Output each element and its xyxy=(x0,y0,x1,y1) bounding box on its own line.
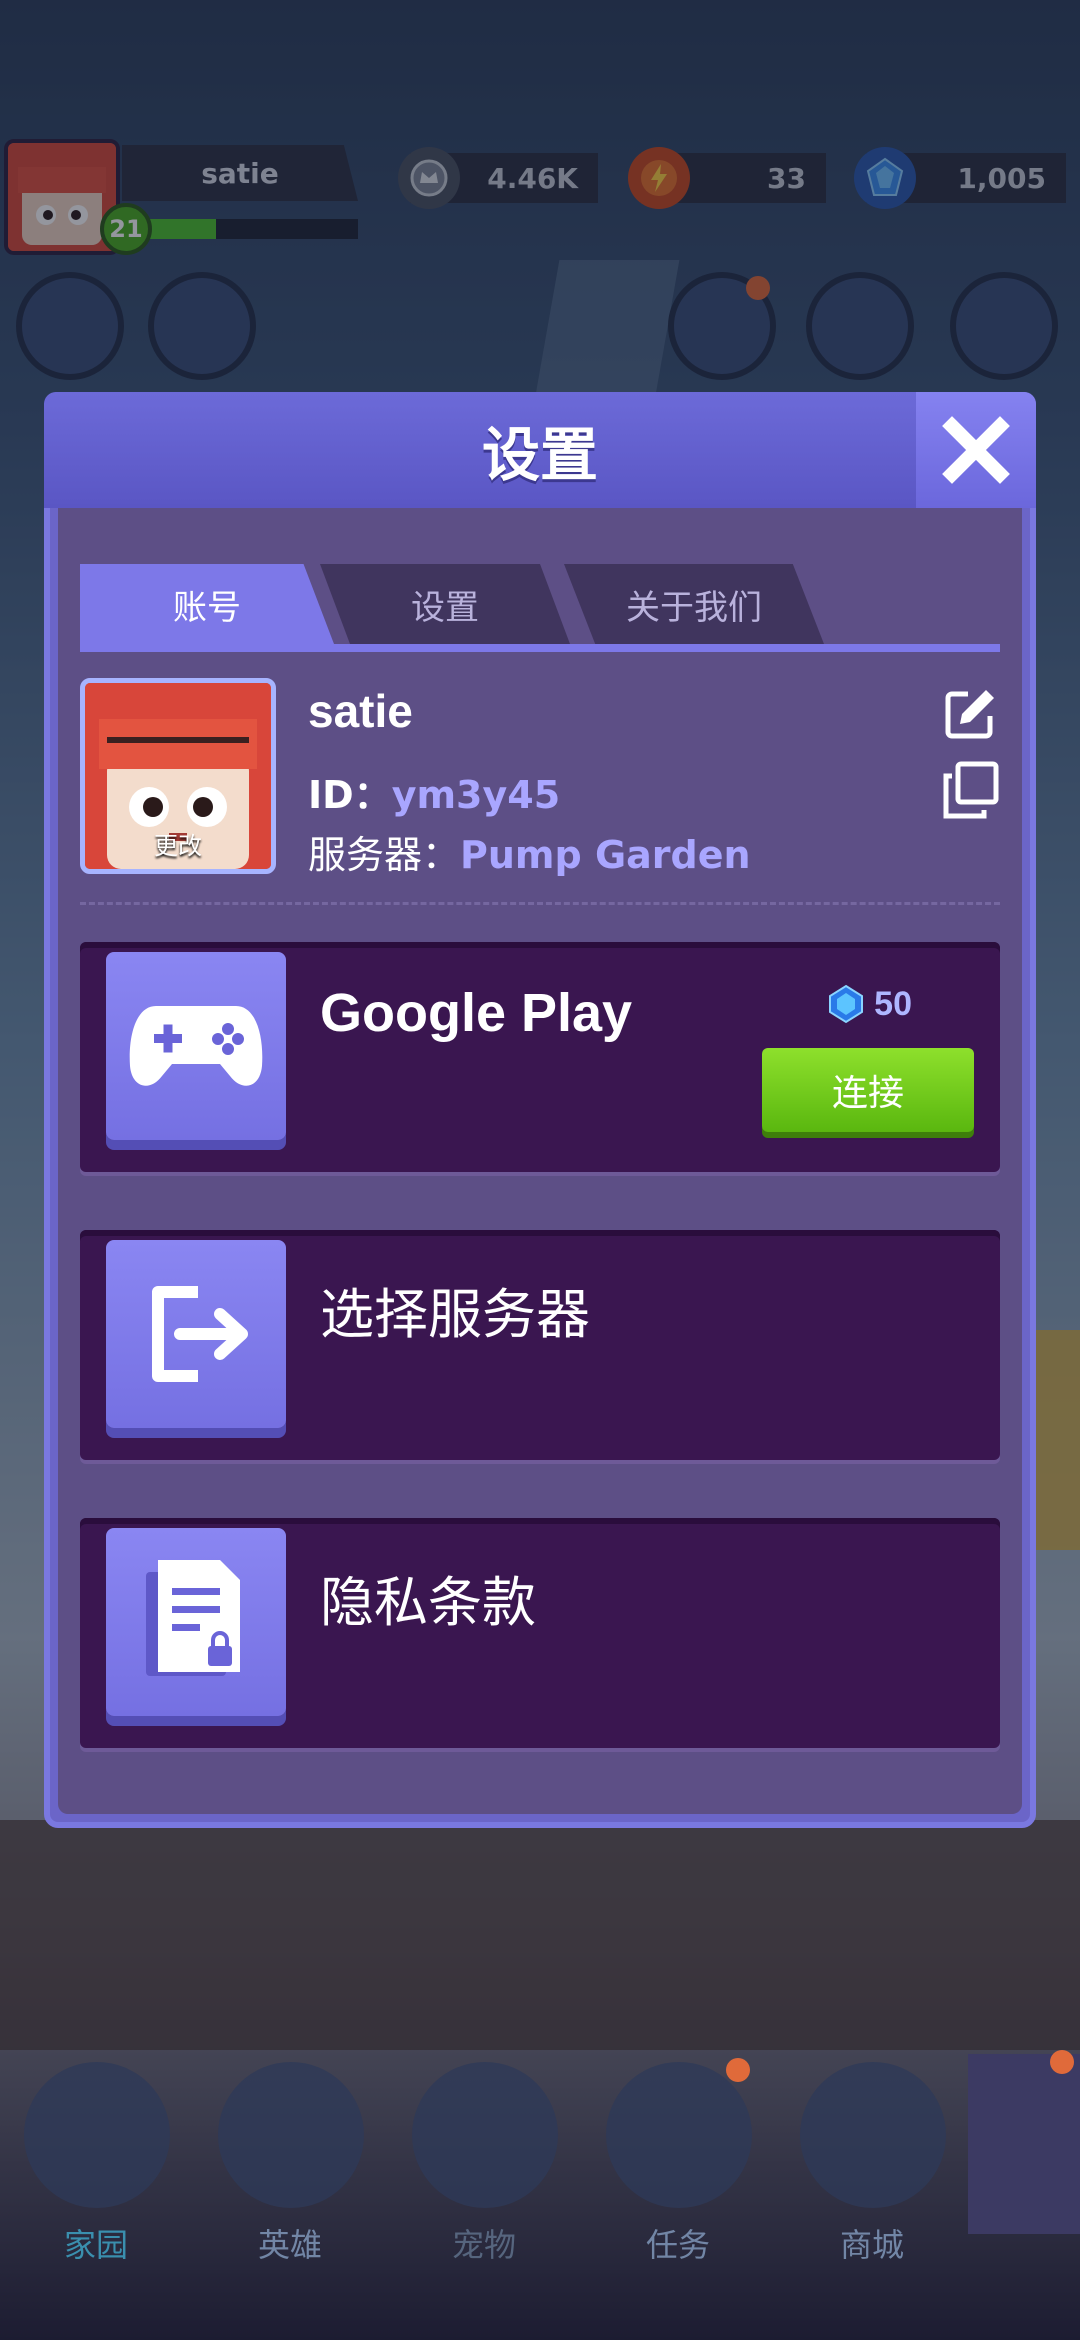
document-lock-icon xyxy=(106,1528,286,1716)
bottom-nav: 家园 英雄 宠物 任务 商城 xyxy=(0,2050,1080,2286)
profile-server-row: 服务器：Pump Garden xyxy=(308,824,751,879)
close-button[interactable] xyxy=(916,392,1036,508)
task-icon xyxy=(606,2062,752,2208)
select-server-card[interactable]: 选择服务器 xyxy=(80,1230,1000,1460)
logout-arrow-icon xyxy=(106,1240,286,1428)
nav-shop-label: 商城 xyxy=(839,2226,904,2264)
scroll-icon[interactable] xyxy=(968,2054,1080,2234)
profile-divider xyxy=(80,902,1000,905)
dialog-body: 账号 设置 关于我们 更改 satie ID：ym3y45 服务器：Pump G… xyxy=(58,508,1022,1814)
gamepad-icon xyxy=(106,952,286,1140)
copy-icon[interactable] xyxy=(940,760,1000,820)
nav-home-label: 家园 xyxy=(63,2226,128,2264)
server-value: Pump Garden xyxy=(460,833,751,877)
blue-gem-icon xyxy=(829,984,864,1024)
id-value: ym3y45 xyxy=(391,773,561,817)
treasure-chest-icon xyxy=(800,2062,946,2208)
dialog-title: 设置 xyxy=(481,421,598,489)
nav-tasks[interactable]: 任务 xyxy=(582,2054,774,2274)
id-label: ID： xyxy=(308,773,392,817)
pet-icon xyxy=(412,2062,558,2208)
tab-settings[interactable]: 设置 xyxy=(320,564,570,644)
tab-bar: 账号 设置 关于我们 xyxy=(80,564,1000,652)
nav-pets-label: 宠物 xyxy=(451,2226,516,2264)
gem-reward: 50 xyxy=(826,984,912,1024)
nav-shop[interactable]: 商城 xyxy=(776,2054,968,2274)
change-avatar-label: 更改 xyxy=(154,832,202,860)
close-icon xyxy=(942,416,1010,484)
profile-section: 更改 satie ID：ym3y45 服务器：Pump Garden xyxy=(80,678,1000,888)
dialog-header: 设置 xyxy=(44,392,1036,508)
server-label: 服务器： xyxy=(308,833,461,877)
house-icon xyxy=(24,2062,170,2208)
notification-dot xyxy=(1050,2050,1074,2074)
privacy-policy-title: 隐私条款 xyxy=(320,1571,536,1634)
nav-tasks-label: 任务 xyxy=(645,2226,710,2264)
privacy-policy-card[interactable]: 隐私条款 xyxy=(80,1518,1000,1748)
profile-name: satie xyxy=(308,685,413,737)
gem-reward-value: 50 xyxy=(874,984,912,1023)
nav-pets[interactable]: 宠物 xyxy=(388,2054,580,2274)
tab-underline xyxy=(80,644,1000,652)
edit-icon[interactable] xyxy=(940,684,1000,744)
settings-dialog: 设置 账号 设置 关于我们 更改 satie ID：ym3y45 服务器：Pum… xyxy=(44,392,1036,1828)
profile-id-row: ID：ym3y45 xyxy=(308,764,560,819)
google-play-title: Google Play xyxy=(320,983,633,1043)
tab-about-us[interactable]: 关于我们 xyxy=(564,564,824,644)
notification-dot xyxy=(726,2058,750,2082)
nav-heroes-label: 英雄 xyxy=(257,2226,322,2264)
profile-avatar[interactable]: 更改 xyxy=(80,678,276,874)
nav-heroes[interactable]: 英雄 xyxy=(194,2054,386,2274)
nav-home[interactable]: 家园 xyxy=(0,2054,192,2274)
google-play-card: Google Play 50 连接 xyxy=(80,942,1000,1172)
tab-account[interactable]: 账号 xyxy=(80,564,334,644)
select-server-title: 选择服务器 xyxy=(320,1283,590,1346)
connect-button[interactable]: 连接 xyxy=(762,1048,974,1132)
hero-icon xyxy=(218,2062,364,2208)
